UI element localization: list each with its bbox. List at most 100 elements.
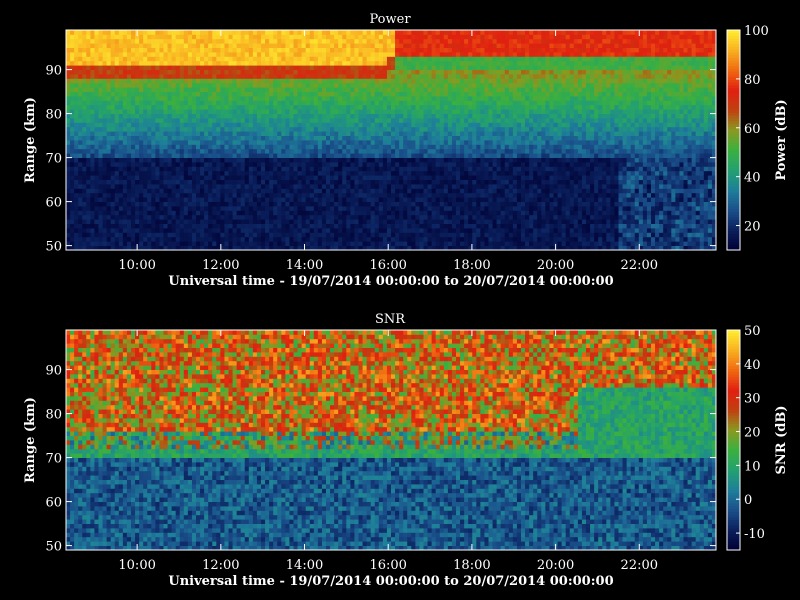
- heatmap-cell: [171, 47, 177, 53]
- heatmap-cell: [256, 162, 262, 167]
- heatmap-cell: [139, 113, 144, 119]
- heatmap-cell: [354, 179, 359, 185]
- heatmap-cell: [102, 206, 108, 211]
- heatmap-cell: [468, 135, 473, 141]
- heatmap-cell: [74, 206, 79, 211]
- heatmap-cell: [86, 206, 91, 211]
- heatmap-cell: [139, 241, 144, 246]
- heatmap-cell: [248, 118, 254, 123]
- heatmap-cell: [415, 126, 420, 132]
- heatmap-cell: [386, 104, 392, 110]
- heatmap-cell: [386, 184, 392, 189]
- heatmap-cell: [131, 122, 136, 128]
- heatmap-cell: [131, 104, 136, 110]
- heatmap-cell: [98, 118, 103, 123]
- heatmap-cell: [216, 236, 221, 242]
- heatmap-cell: [159, 144, 164, 150]
- heatmap-cell: [74, 135, 79, 141]
- heatmap-cell: [122, 113, 128, 119]
- heatmap-cell: [305, 166, 311, 172]
- heatmap-cell: [407, 34, 412, 40]
- heatmap-cell: [293, 175, 298, 180]
- heatmap-cell: [456, 87, 461, 92]
- heatmap-cell: [281, 122, 286, 128]
- heatmap-cell: [118, 175, 124, 180]
- heatmap-cell: [179, 188, 185, 194]
- heatmap-cell: [139, 30, 144, 35]
- heatmap-cell: [297, 232, 303, 238]
- heatmap-cell: [244, 91, 250, 97]
- heatmap-cell: [183, 166, 189, 172]
- heatmap-cell: [232, 74, 238, 79]
- heatmap-cell: [208, 34, 213, 40]
- heatmap-cell: [236, 179, 242, 185]
- heatmap-cell: [70, 175, 75, 180]
- heatmap-cell: [362, 47, 368, 53]
- heatmap-cell: [439, 197, 445, 202]
- heatmap-cell: [297, 206, 303, 211]
- heatmap-cell: [443, 60, 449, 66]
- heatmap-cell: [350, 82, 355, 88]
- heatmap-cell: [167, 188, 173, 194]
- heatmap-cell: [159, 113, 164, 119]
- heatmap-cell: [151, 148, 156, 154]
- heatmap-cell: [139, 184, 144, 189]
- heatmap-cell: [265, 82, 270, 88]
- heatmap-cell: [98, 126, 103, 132]
- heatmap-cell: [118, 126, 124, 132]
- heatmap-cell: [321, 118, 327, 123]
- heatmap-cell: [155, 38, 160, 44]
- heatmap-cell: [419, 122, 424, 128]
- heatmap-cell: [386, 100, 392, 106]
- heatmap-cell: [179, 122, 185, 128]
- heatmap-cell: [447, 118, 453, 123]
- heatmap-cell: [411, 78, 416, 84]
- heatmap-cell: [460, 148, 465, 154]
- heatmap-cell: [468, 78, 473, 84]
- heatmap-cell: [159, 236, 164, 242]
- heatmap-cell: [423, 30, 428, 35]
- heatmap-cell: [285, 232, 290, 238]
- heatmap-cell: [342, 162, 347, 167]
- heatmap-cell: [358, 223, 363, 229]
- heatmap-cell: [338, 232, 343, 238]
- heatmap-cell: [151, 43, 156, 48]
- heatmap-cell: [305, 153, 311, 158]
- heatmap-cell: [468, 140, 473, 145]
- heatmap-cell: [204, 122, 209, 128]
- heatmap-cell: [285, 30, 290, 35]
- heatmap-cell: [305, 34, 311, 40]
- heatmap-cell: [350, 170, 355, 176]
- heatmap-cell: [277, 214, 282, 220]
- heatmap-cell: [143, 166, 148, 172]
- heatmap-cell: [330, 153, 335, 158]
- heatmap-cell: [386, 131, 392, 136]
- heatmap-cell: [358, 197, 363, 202]
- heatmap-cell: [200, 118, 205, 123]
- heatmap-cell: [228, 153, 233, 158]
- heatmap-cell: [293, 78, 298, 84]
- heatmap-cell: [443, 214, 449, 220]
- heatmap-cell: [183, 91, 189, 97]
- heatmap-cell: [256, 170, 262, 176]
- heatmap-cell: [427, 166, 433, 172]
- heatmap-cell: [415, 140, 420, 145]
- heatmap-cell: [78, 201, 83, 207]
- heatmap-cell: [366, 87, 372, 92]
- heatmap-cell: [407, 87, 412, 92]
- heatmap-cell: [386, 118, 392, 123]
- heatmap-cell: [399, 69, 404, 75]
- heatmap-cell: [395, 104, 400, 110]
- heatmap-cell: [313, 118, 319, 123]
- heatmap-cell: [126, 144, 132, 150]
- heatmap-cell: [122, 206, 128, 211]
- heatmap-cell: [244, 30, 250, 35]
- heatmap-cell: [126, 228, 132, 233]
- heatmap-cell: [439, 175, 445, 180]
- heatmap-cell: [443, 109, 449, 114]
- heatmap-cell: [240, 170, 246, 176]
- heatmap-cell: [212, 131, 217, 136]
- heatmap-cell: [399, 91, 404, 97]
- heatmap-cell: [443, 162, 449, 167]
- heatmap-cell: [191, 241, 197, 246]
